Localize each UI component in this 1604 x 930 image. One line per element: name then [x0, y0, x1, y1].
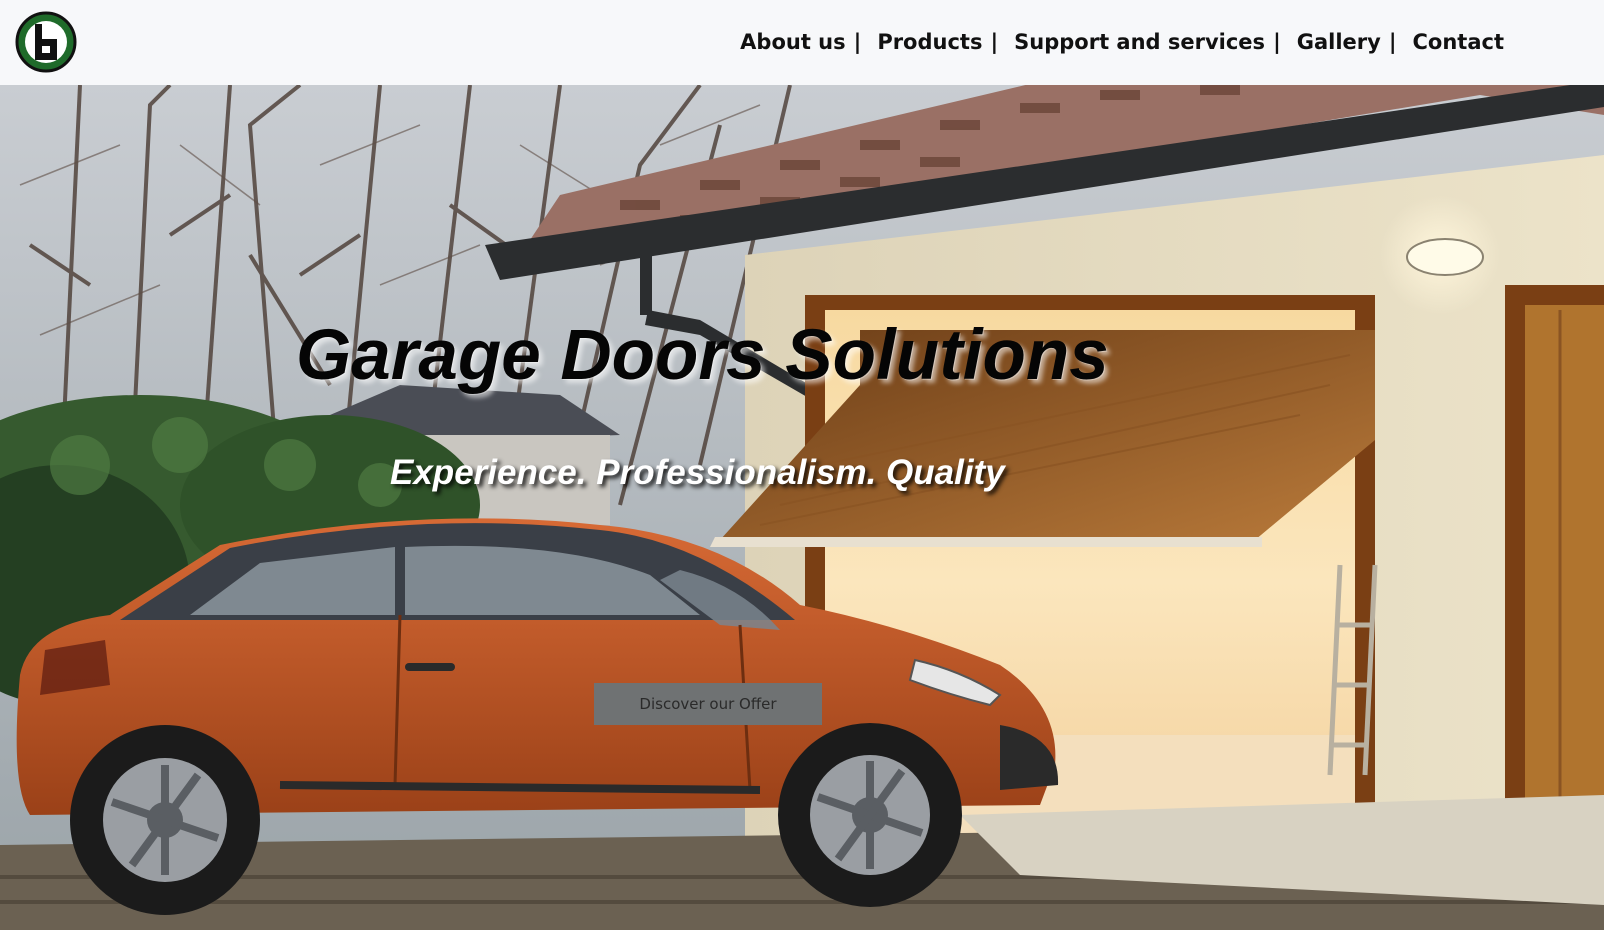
nav-separator: |	[1273, 30, 1281, 54]
hero-title: Garage Doors Solutions	[296, 316, 1109, 395]
page: About us | Products | Support and servic…	[0, 0, 1604, 930]
nav-support-and-services[interactable]: Support and services	[1014, 30, 1265, 54]
nav-about-us[interactable]: About us	[740, 30, 845, 54]
hero-background-image	[0, 85, 1604, 930]
logo[interactable]	[14, 10, 78, 74]
header: About us | Products | Support and servic…	[0, 0, 1604, 85]
discover-offer-button[interactable]: Discover our Offer	[594, 683, 822, 725]
hero-subtitle: Experience. Professionalism. Quality	[390, 453, 1005, 492]
nav-separator: |	[990, 30, 999, 54]
nav-gallery[interactable]: Gallery	[1297, 30, 1381, 54]
nav-separator: |	[853, 30, 862, 54]
main-nav: About us | Products | Support and servic…	[740, 30, 1504, 54]
nav-separator: |	[1388, 30, 1397, 54]
nav-contact[interactable]: Contact	[1413, 30, 1505, 54]
nav-products[interactable]: Products	[877, 30, 982, 54]
hero-section: Garage Doors Solutions Experience. Profe…	[0, 85, 1604, 930]
g-circle-logo-icon	[15, 11, 77, 73]
